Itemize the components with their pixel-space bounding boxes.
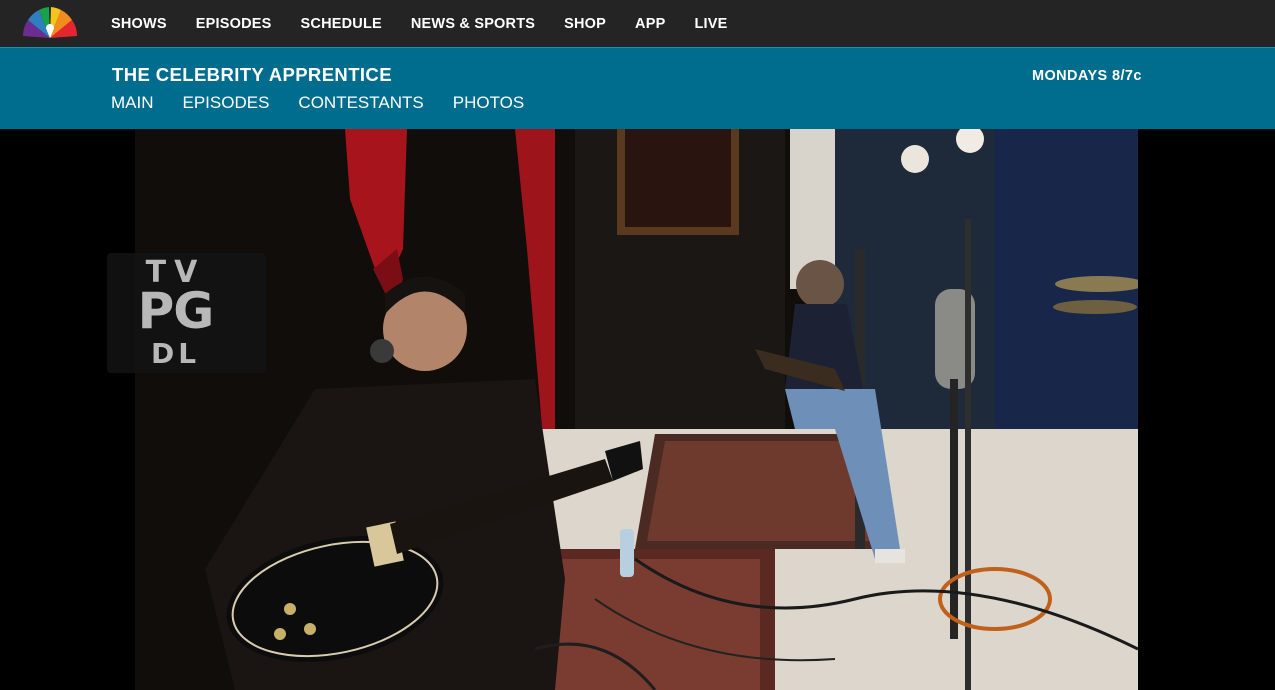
video-frame-image: [135, 129, 1138, 690]
top-nav: SHOWS EPISODES SCHEDULE NEWS & SPORTS SH…: [0, 0, 1275, 47]
nbc-peacock-icon[interactable]: [21, 5, 79, 41]
nav-app[interactable]: APP: [635, 16, 665, 32]
video-player[interactable]: [135, 129, 1138, 690]
nav-episodes[interactable]: EPISODES: [196, 16, 272, 32]
tab-contestants[interactable]: CONTESTANTS: [298, 93, 423, 113]
nav-shows[interactable]: SHOWS: [111, 16, 167, 32]
tab-photos[interactable]: PHOTOS: [453, 93, 524, 113]
show-header: THE CELEBRITY APPRENTICE MONDAYS 8/7c MA…: [0, 47, 1275, 129]
show-airtime: MONDAYS 8/7c: [1032, 68, 1142, 84]
rating-pg-label: PG: [137, 282, 215, 340]
show-subnav: MAIN EPISODES CONTESTANTS PHOTOS: [111, 93, 553, 113]
nav-schedule[interactable]: SCHEDULE: [301, 16, 382, 32]
tab-episodes[interactable]: EPISODES: [183, 93, 270, 113]
rating-dl-label: DL: [150, 337, 201, 370]
main-nav: SHOWS EPISODES SCHEDULE NEWS & SPORTS SH…: [111, 0, 757, 47]
nav-shop[interactable]: SHOP: [564, 16, 606, 32]
show-title[interactable]: THE CELEBRITY APPRENTICE: [112, 64, 392, 86]
tv-rating-badge: TV PG DL: [107, 253, 266, 373]
tab-main[interactable]: MAIN: [111, 93, 154, 113]
nav-news-sports[interactable]: NEWS & SPORTS: [411, 16, 535, 32]
nav-live[interactable]: LIVE: [694, 16, 727, 32]
